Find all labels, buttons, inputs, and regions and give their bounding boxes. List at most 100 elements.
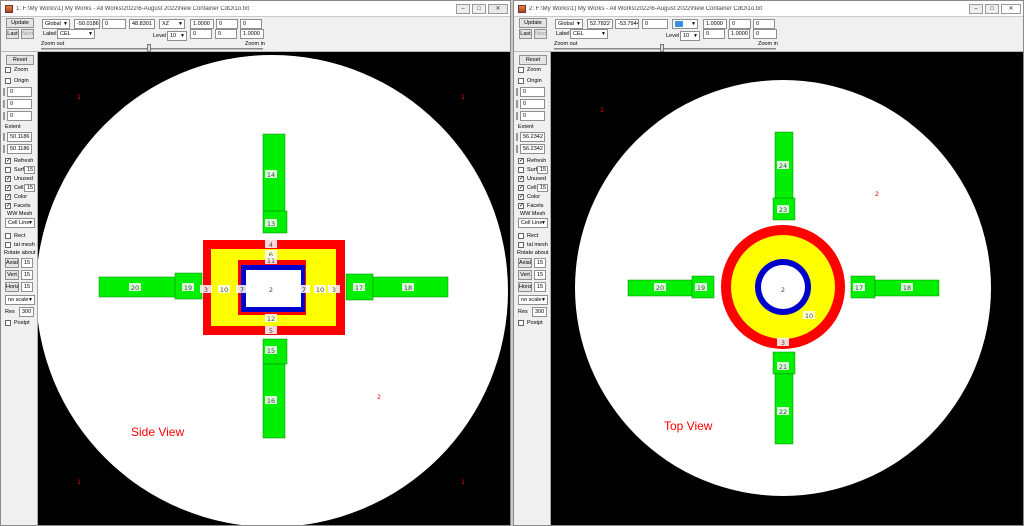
axial-button[interactable]: Axial <box>518 258 532 268</box>
postpt-checkbox[interactable] <box>518 320 524 326</box>
cell-checkbox[interactable]: ✓ <box>518 185 524 191</box>
label-caption: Label <box>556 31 570 37</box>
zoom-in-label: Zoom in <box>758 41 778 47</box>
axial-value-field[interactable]: 15 <box>534 258 546 268</box>
unused-checkbox[interactable]: ✓ <box>518 176 524 182</box>
level-field-2[interactable]: 0 <box>215 29 237 39</box>
level-select[interactable]: 10 ▼ <box>680 31 700 41</box>
y-coordinate-field[interactable]: 0 <box>102 19 126 29</box>
label-mode-value: CEL <box>60 31 71 37</box>
rotation-field-2[interactable]: 0 <box>240 19 262 29</box>
rect-checkbox[interactable] <box>518 233 524 239</box>
zoom-slider-track[interactable] <box>554 48 776 50</box>
next-button[interactable]: Next <box>21 29 34 39</box>
maximize-button[interactable]: □ <box>985 3 999 14</box>
horiz-value-field[interactable]: 15 <box>534 282 546 292</box>
minimize-button[interactable]: – <box>456 3 470 14</box>
cell-label: 11 <box>267 257 275 265</box>
title-bar[interactable]: 2: F:\My Works\1) My Works - All Works\2… <box>514 1 1023 17</box>
maximize-button[interactable]: □ <box>472 3 486 14</box>
next-button[interactable]: Next <box>534 29 547 39</box>
chevron-down-icon: ▼ <box>180 33 185 39</box>
scale-field[interactable]: 1.0000 <box>703 19 727 29</box>
vert-value-field[interactable]: 15 <box>534 270 546 280</box>
scale-mode-select[interactable]: no scale ▼ <box>518 295 548 305</box>
tal-mesh-label: tal mesh <box>527 242 548 248</box>
spin-tick-icon <box>516 133 518 141</box>
level-caption: Level <box>153 33 167 39</box>
title-bar[interactable]: 1: F:\My Works\1) My Works - All Works\2… <box>1 1 510 17</box>
extent-field-1[interactable]: 56.2342 <box>520 132 545 142</box>
surf-value-field[interactable]: 15 <box>537 166 548 174</box>
view-plane-select[interactable]: XZ ▼ <box>159 19 185 29</box>
plot-canvas-top-view[interactable]: 1 2 2 3 10 17 18 19 20 21 22 23 24 Top View <box>551 52 1023 525</box>
cell-label: 19 <box>697 284 705 292</box>
cell-label: 3 <box>332 286 336 294</box>
chevron-down-icon: ▼ <box>63 21 68 27</box>
z-coordinate-field[interactable]: 0 <box>642 19 668 29</box>
zoom-slider-thumb[interactable] <box>660 44 664 52</box>
spin-tick-icon <box>516 112 518 120</box>
coord-system-select[interactable]: Global ▼ <box>555 19 583 29</box>
minimize-button[interactable]: – <box>969 3 983 14</box>
label-mode-select[interactable]: CEL ▼ <box>570 29 608 39</box>
zoom-slider-track[interactable] <box>41 48 263 50</box>
origin-field-2[interactable]: 0 <box>520 99 545 109</box>
cell-value-field[interactable]: 15 <box>537 184 548 192</box>
label-mode-select[interactable]: CEL ▼ <box>57 29 95 39</box>
coord-system-value: Global <box>558 21 574 27</box>
tal-mesh-checkbox[interactable] <box>518 242 524 248</box>
rotation-field-2[interactable]: 0 <box>753 19 775 29</box>
spin-tick-icon <box>516 145 518 153</box>
scale-field[interactable]: 1.0000 <box>190 19 214 29</box>
last-button[interactable]: Last <box>6 29 19 39</box>
last-button[interactable]: Last <box>519 29 532 39</box>
level-field-2[interactable]: 1.0000 <box>728 29 750 39</box>
cell-label: 16 <box>267 397 275 405</box>
extent-field-2[interactable]: 56.2342 <box>520 144 545 154</box>
surf-checkbox[interactable] <box>518 167 524 173</box>
refresh-checkbox[interactable]: ✓ <box>518 158 524 164</box>
level-select[interactable]: 10 ▼ <box>167 31 187 41</box>
view-plane-select[interactable]: ▼ <box>672 19 698 29</box>
vert-button[interactable]: Vert <box>518 270 532 280</box>
origin-field-3[interactable]: 0 <box>520 111 545 121</box>
cell-label: 13 <box>267 220 275 228</box>
coord-system-select[interactable]: Global ▼ <box>42 19 70 29</box>
y-coordinate-field[interactable]: -53.7944 <box>615 19 639 29</box>
rect-label: Rect <box>527 233 539 239</box>
color-checkbox[interactable]: ✓ <box>518 194 524 200</box>
cell-label: 12 <box>267 315 275 323</box>
plot-canvas-side-view[interactable]: 1 1 1 1 2 2 3 3 4 5 6 7 7 10 10 11 12 13 14 15 16 17 18 19 20 Sid… <box>38 52 510 525</box>
zoom-slider-thumb[interactable] <box>147 44 151 52</box>
reset-button[interactable]: Reset <box>519 55 547 65</box>
close-button[interactable]: ✕ <box>488 3 508 14</box>
x-coordinate-field[interactable]: -50.0186 <box>74 19 100 29</box>
cell-lines-select[interactable]: Cell Line ▼ <box>518 218 548 228</box>
level-field-3[interactable]: 0 <box>753 29 777 39</box>
rotation-field-1[interactable]: 0 <box>729 19 751 29</box>
rotation-field-1[interactable]: 0 <box>216 19 238 29</box>
update-button[interactable]: Update <box>519 18 547 28</box>
level-field-1[interactable]: 0 <box>703 29 725 39</box>
z-coordinate-field[interactable]: 48.8301 <box>129 19 155 29</box>
x-coordinate-field[interactable]: 52.7822 <box>587 19 613 29</box>
cell-label: 2 <box>377 394 381 401</box>
cell-lines-value: Cell Line <box>521 220 543 226</box>
cell-label: Cell <box>527 185 537 191</box>
level-caption: Level <box>666 33 680 39</box>
origin-checkbox[interactable] <box>518 78 524 84</box>
zoom-checkbox[interactable] <box>518 67 524 73</box>
close-button[interactable]: ✕ <box>1001 3 1021 14</box>
facets-checkbox[interactable]: ✓ <box>518 203 524 209</box>
level-field-3[interactable]: 1.0000 <box>240 29 264 39</box>
app-icon <box>518 4 526 13</box>
res-field[interactable]: 300 <box>532 307 547 317</box>
horiz-button[interactable]: Horiz <box>518 282 532 292</box>
level-field-1[interactable]: 0 <box>190 29 212 39</box>
cell-label: 24 <box>779 162 787 170</box>
origin-field-1[interactable]: 0 <box>520 87 545 97</box>
update-button[interactable]: Update <box>6 18 34 28</box>
app-icon <box>5 4 13 13</box>
scale-mode-value: no scale <box>521 297 542 303</box>
